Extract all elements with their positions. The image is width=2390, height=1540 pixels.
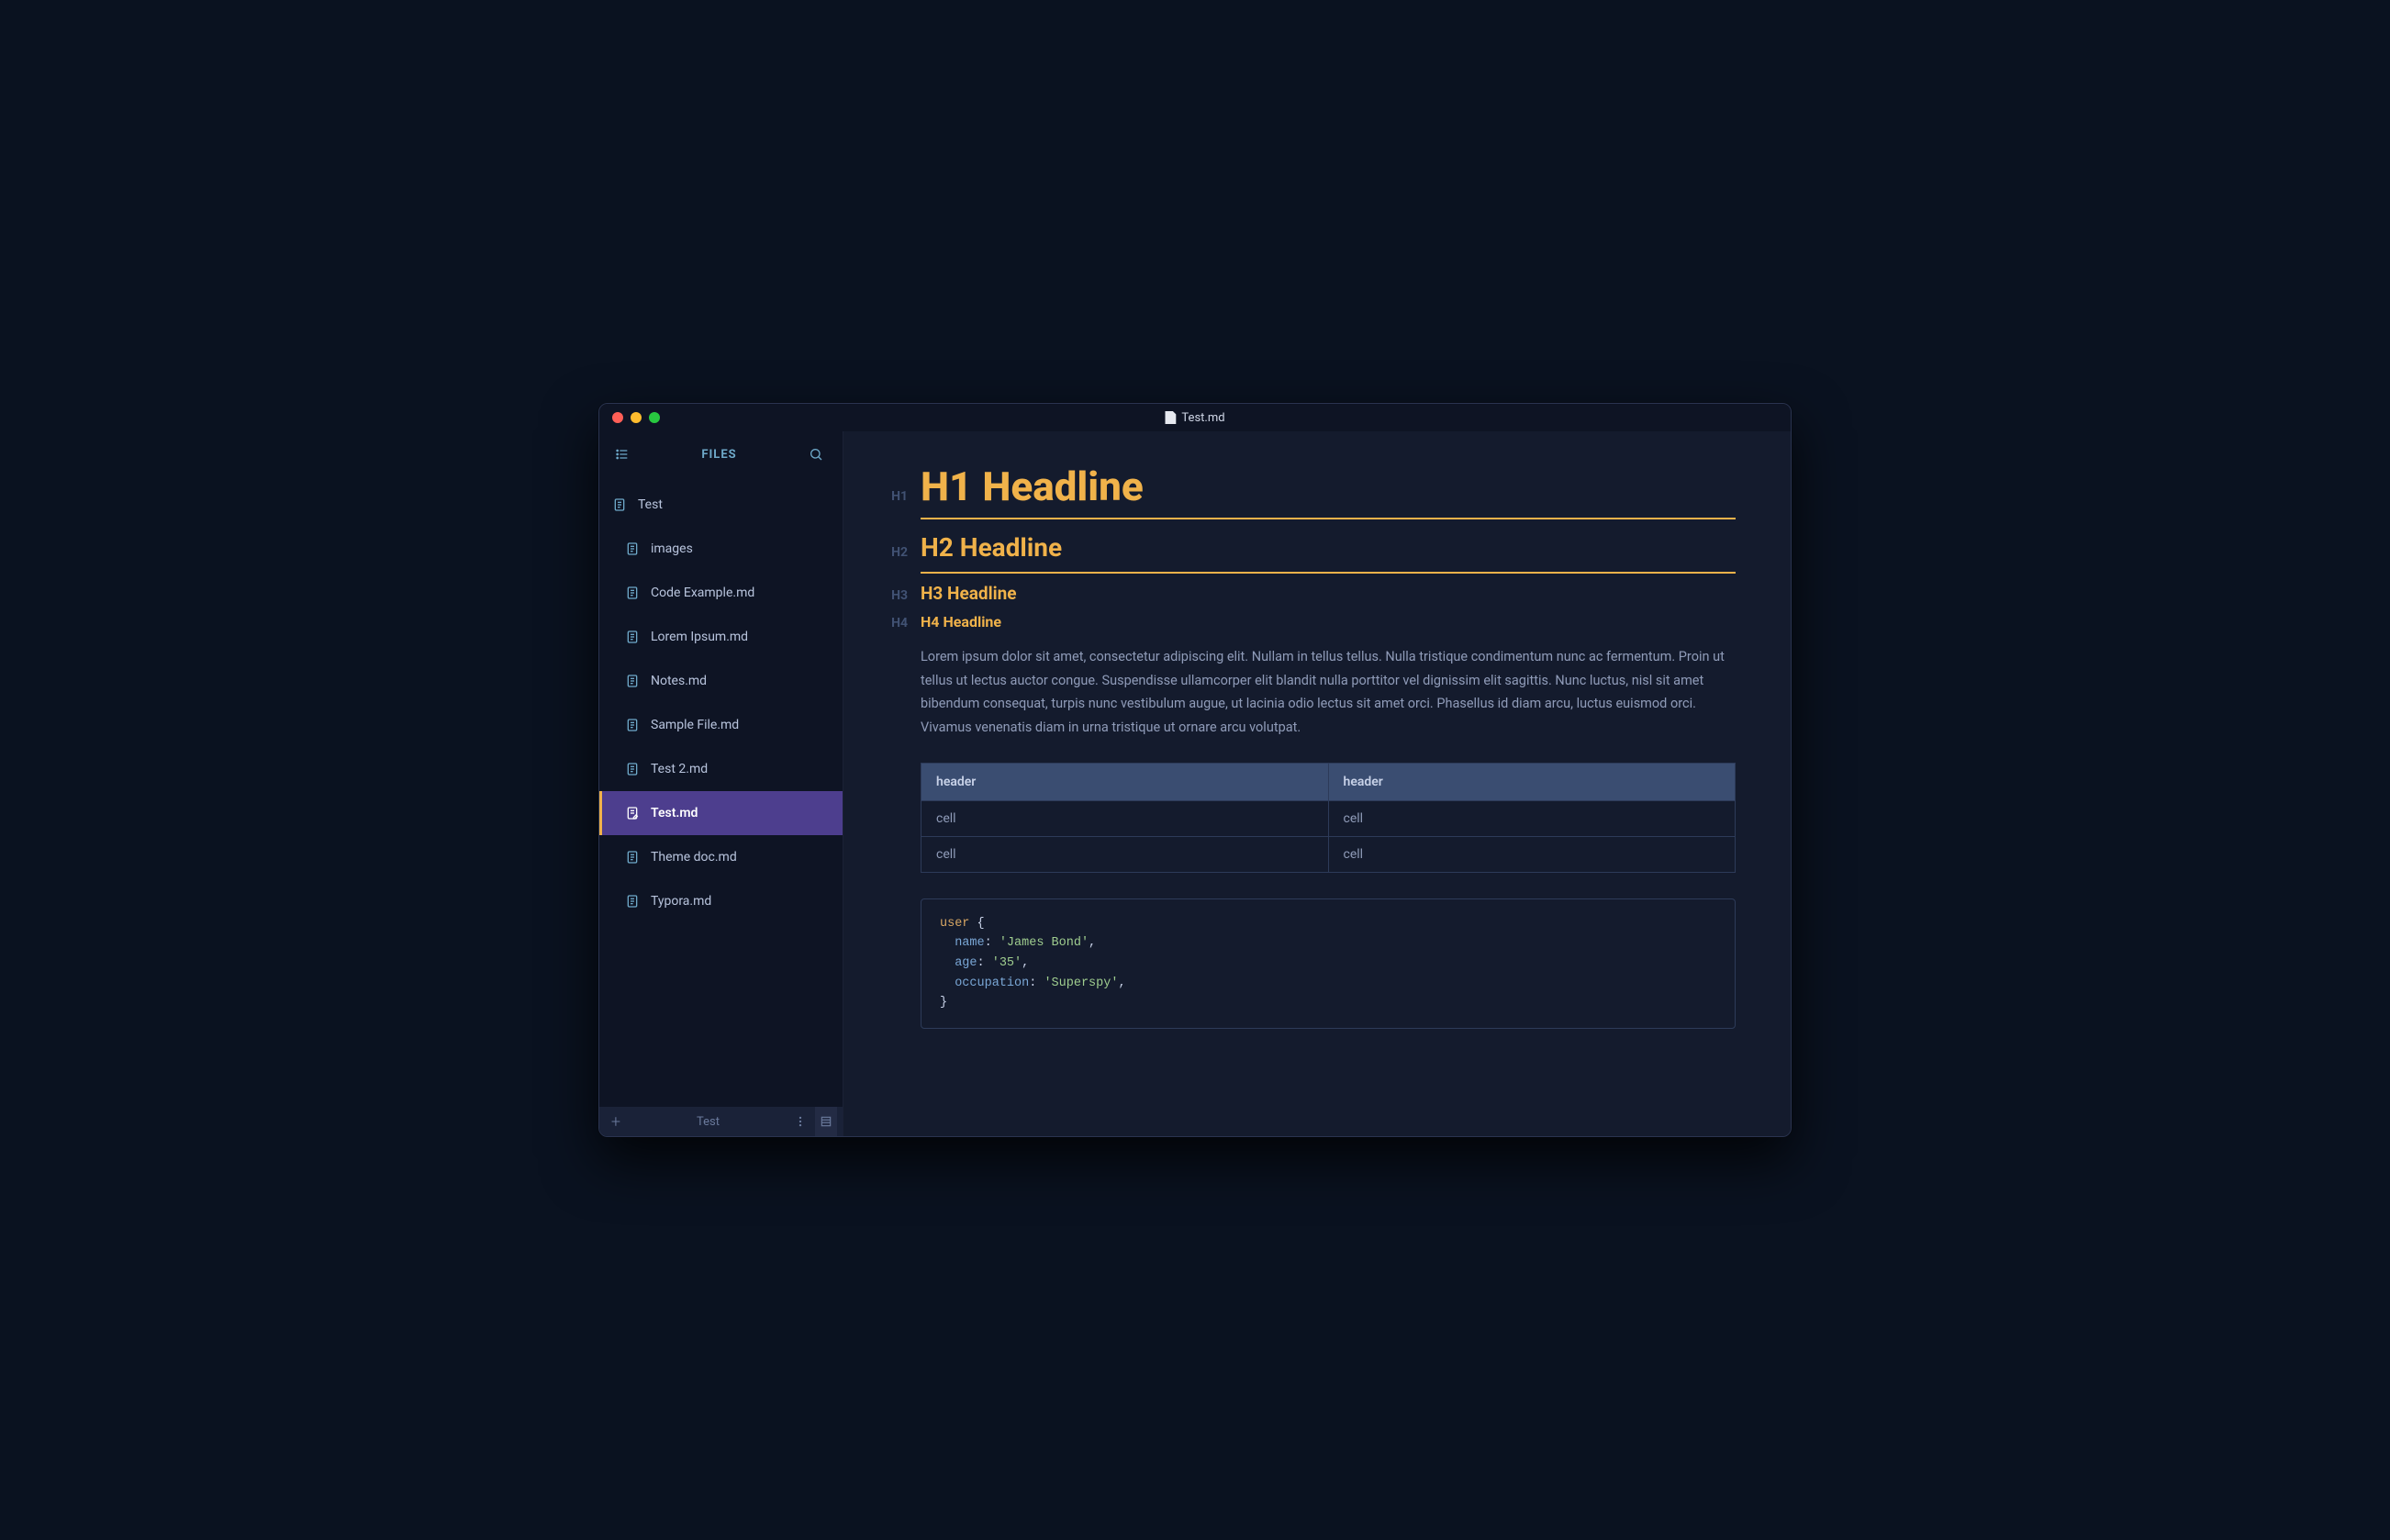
- file-icon: [625, 586, 640, 600]
- file-icon: [625, 674, 640, 688]
- file-icon: [625, 894, 640, 909]
- heading-h3-row: H3 H3 Headline: [877, 581, 1736, 604]
- sidebar-item-test[interactable]: Test: [599, 483, 843, 527]
- body-paragraph[interactable]: Lorem ipsum dolor sit amet, consectetur …: [921, 645, 1736, 739]
- heading-h1-row: H1 H1 Headline: [877, 464, 1736, 508]
- sidebar-item-test-2-md[interactable]: Test 2.md: [599, 747, 843, 791]
- list-view-icon[interactable]: [612, 444, 632, 464]
- code-block[interactable]: user { name: 'James Bond', age: '35', oc…: [921, 898, 1736, 1029]
- sidebar-item-label: Notes.md: [651, 674, 707, 688]
- sidebar-item-test-md[interactable]: Test.md: [599, 791, 843, 835]
- sidebar-item-label: Test 2.md: [651, 762, 708, 776]
- window-title: Test.md: [1165, 411, 1224, 425]
- table-cell[interactable]: cell: [1328, 800, 1736, 836]
- heading-rule: [921, 572, 1736, 574]
- editor-pane[interactable]: H1 H1 Headline H2 H2 Headline H3 H3 Head…: [843, 431, 1791, 1136]
- sidebar-item-label: Lorem Ipsum.md: [651, 630, 748, 644]
- file-list: Test images Code Example.md Lorem Ipsum.md N…: [599, 477, 843, 1107]
- heading-h1[interactable]: H1 Headline: [921, 464, 1144, 508]
- sidebar-item-label: images: [651, 541, 693, 556]
- heading-marker-h3: H3: [877, 588, 908, 603]
- file-icon: [625, 850, 640, 865]
- app-window: Test.md FILES TestimagesCode: [598, 403, 1792, 1137]
- minimize-window-button[interactable]: [631, 412, 642, 423]
- outline-toggle-button[interactable]: [815, 1107, 837, 1136]
- table-row: cellcell: [921, 800, 1736, 836]
- sidebar-item-label: Test: [638, 497, 663, 512]
- titlebar: Test.md: [599, 404, 1791, 431]
- sidebar-item-label: Typora.md: [651, 894, 711, 909]
- heading-marker-h2: H2: [877, 545, 908, 560]
- file-icon: [625, 718, 640, 732]
- search-icon[interactable]: [806, 444, 826, 464]
- heading-h4[interactable]: H4 Headline: [921, 613, 1001, 631]
- heading-h4-row: H4 H4 Headline: [877, 611, 1736, 631]
- heading-rule: [921, 518, 1736, 519]
- heading-h2[interactable]: H2 Headline: [921, 532, 1062, 563]
- window-controls: [599, 412, 660, 423]
- close-window-button[interactable]: [612, 412, 623, 423]
- table-cell[interactable]: cell: [1328, 836, 1736, 872]
- file-icon: [625, 630, 640, 644]
- sidebar-item-typora-md[interactable]: Typora.md: [599, 879, 843, 923]
- sidebar-item-sample-file-md[interactable]: Sample File.md: [599, 703, 843, 747]
- table-row: cellcell: [921, 836, 1736, 872]
- sidebar-item-label: Sample File.md: [651, 718, 739, 732]
- sidebar-item-label: Test.md: [651, 806, 698, 820]
- file-icon: [625, 541, 640, 556]
- sidebar-item-theme-doc-md[interactable]: Theme doc.md: [599, 835, 843, 879]
- sidebar-footer: + Test: [599, 1107, 843, 1136]
- sidebar: FILES Test images Code Example.md Lorem Ips…: [599, 431, 843, 1136]
- window-title-text: Test.md: [1181, 411, 1224, 425]
- sidebar-item-lorem-ipsum-md[interactable]: Lorem Ipsum.md: [599, 615, 843, 659]
- maximize-window-button[interactable]: [649, 412, 660, 423]
- heading-marker-h4: H4: [877, 616, 908, 631]
- sidebar-title: FILES: [632, 448, 806, 462]
- table-cell[interactable]: cell: [921, 836, 1329, 872]
- heading-marker-h1: H1: [877, 489, 908, 504]
- sidebar-item-images[interactable]: images: [599, 527, 843, 571]
- table-cell[interactable]: cell: [921, 800, 1329, 836]
- file-icon: [625, 762, 640, 776]
- sidebar-item-label: Theme doc.md: [651, 850, 737, 865]
- markdown-table[interactable]: headerheader cellcellcellcell: [921, 763, 1736, 873]
- heading-h3[interactable]: H3 Headline: [921, 583, 1017, 604]
- file-icon: [612, 497, 627, 512]
- sidebar-item-code-example-md[interactable]: Code Example.md: [599, 571, 843, 615]
- file-icon: [625, 806, 640, 820]
- sidebar-header: FILES: [599, 431, 843, 477]
- sidebar-item-label: Code Example.md: [651, 586, 754, 600]
- table-header[interactable]: header: [921, 763, 1329, 800]
- new-file-button[interactable]: +: [605, 1112, 627, 1132]
- heading-h2-row: H2 H2 Headline: [877, 527, 1736, 563]
- current-folder-label: Test: [631, 1115, 786, 1129]
- sidebar-item-notes-md[interactable]: Notes.md: [599, 659, 843, 703]
- more-options-button[interactable]: [789, 1115, 811, 1128]
- document-icon: [1165, 411, 1176, 424]
- table-header[interactable]: header: [1328, 763, 1736, 800]
